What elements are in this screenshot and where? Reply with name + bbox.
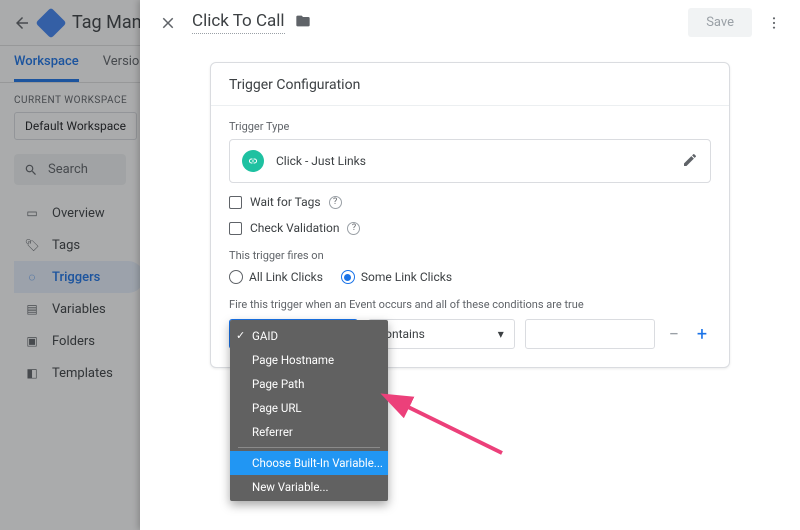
add-condition-button[interactable]: + bbox=[693, 324, 711, 345]
menu-item[interactable]: Page Path bbox=[230, 372, 388, 396]
variable-dropdown-menu: GAID Page Hostname Page Path Page URL Re… bbox=[230, 320, 388, 501]
trigger-name-input[interactable]: Click To Call bbox=[192, 11, 285, 34]
checkbox-label: Wait for Tags bbox=[250, 195, 321, 209]
checkbox-icon bbox=[229, 222, 242, 235]
help-icon[interactable]: ? bbox=[347, 222, 360, 235]
card-title: Trigger Configuration bbox=[211, 63, 729, 106]
checkbox-label: Check Validation bbox=[250, 221, 339, 235]
trigger-type-value: Click - Just Links bbox=[276, 154, 366, 168]
menu-item[interactable]: GAID bbox=[230, 324, 388, 348]
help-icon[interactable]: ? bbox=[329, 196, 342, 209]
menu-item[interactable]: Page Hostname bbox=[230, 348, 388, 372]
kebab-icon bbox=[766, 15, 782, 31]
radio-some-link-clicks[interactable]: Some Link Clicks bbox=[341, 270, 452, 284]
trigger-type-selector[interactable]: Click - Just Links bbox=[229, 139, 711, 183]
radio-label: All Link Clicks bbox=[249, 270, 323, 284]
radio-icon bbox=[229, 270, 243, 284]
edit-icon[interactable] bbox=[682, 152, 698, 171]
menu-item-new-variable[interactable]: New Variable... bbox=[230, 475, 388, 499]
condition-variable-select[interactable]: ▾ GAID Page Hostname Page Path Page URL … bbox=[229, 319, 358, 349]
menu-item[interactable]: Referrer bbox=[230, 420, 388, 444]
wait-for-tags-checkbox[interactable]: Wait for Tags ? bbox=[229, 195, 711, 209]
condition-value-input[interactable] bbox=[525, 319, 655, 349]
remove-condition-button[interactable]: − bbox=[665, 324, 683, 345]
menu-item[interactable]: Page URL bbox=[230, 396, 388, 420]
chevron-down-icon: ▾ bbox=[498, 327, 504, 341]
condition-operator-select[interactable]: contains ▾ bbox=[368, 319, 515, 349]
radio-label: Some Link Clicks bbox=[361, 270, 452, 284]
close-icon bbox=[159, 14, 177, 32]
menu-item-builtin-variable[interactable]: Choose Built-In Variable... bbox=[230, 451, 388, 475]
close-button[interactable] bbox=[154, 9, 182, 37]
check-validation-checkbox[interactable]: Check Validation ? bbox=[229, 221, 711, 235]
more-menu-button[interactable] bbox=[762, 11, 786, 35]
folder-icon[interactable] bbox=[295, 13, 311, 33]
condition-label: Fire this trigger when an Event occurs a… bbox=[229, 298, 711, 311]
trigger-editor-panel: Click To Call Save Trigger Configuration… bbox=[140, 0, 800, 530]
checkbox-icon bbox=[229, 196, 242, 209]
radio-all-link-clicks[interactable]: All Link Clicks bbox=[229, 270, 323, 284]
save-button[interactable]: Save bbox=[688, 8, 752, 37]
radio-icon bbox=[341, 270, 355, 284]
menu-separator bbox=[238, 447, 380, 448]
link-icon bbox=[242, 150, 264, 172]
fires-on-label: This trigger fires on bbox=[229, 249, 711, 262]
trigger-config-card: Trigger Configuration Trigger Type Click… bbox=[210, 62, 730, 368]
trigger-type-label: Trigger Type bbox=[229, 120, 711, 133]
